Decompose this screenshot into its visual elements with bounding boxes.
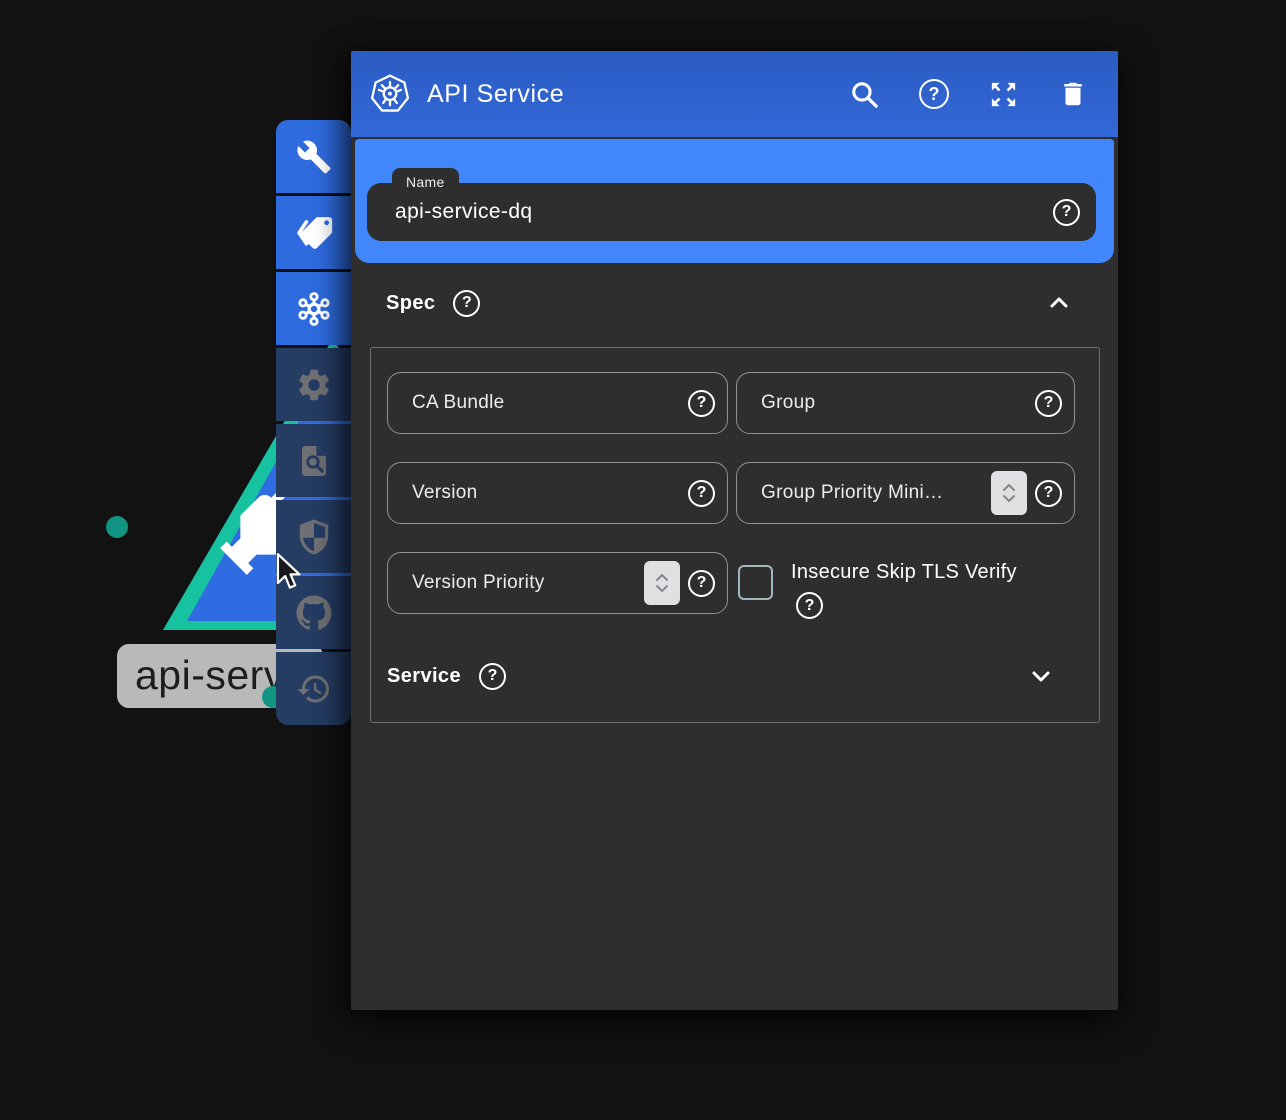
version-input[interactable]	[388, 482, 688, 504]
help-icon[interactable]: ?	[688, 390, 715, 417]
group-field[interactable]: ?	[736, 372, 1075, 434]
panel-header: API Service ?	[351, 51, 1118, 137]
help-icon[interactable]: ?	[1035, 480, 1062, 507]
panel-title: API Service	[427, 80, 564, 109]
toolbar-button-settings[interactable]	[276, 348, 351, 421]
hub-icon	[294, 289, 334, 329]
group-input[interactable]	[737, 392, 1035, 414]
insecure-skip-tls-verify-field: Insecure Skip TLS Verify ?	[738, 561, 1017, 619]
toolbar-button-history[interactable]	[276, 652, 351, 725]
chevron-down-icon[interactable]	[1028, 663, 1054, 689]
toolbar-button-labels[interactable]	[276, 196, 351, 269]
version-priority-field[interactable]: ?	[387, 552, 728, 614]
node-toolbar	[276, 120, 351, 725]
search-icon	[849, 79, 880, 110]
help-icon[interactable]: ?	[479, 663, 506, 690]
help-icon[interactable]: ?	[1035, 390, 1062, 417]
shield-icon	[295, 518, 333, 556]
name-input[interactable]	[367, 200, 1053, 224]
insecure-skip-tls-verify-checkbox[interactable]	[738, 565, 773, 600]
tag-icon	[295, 214, 333, 252]
help-button[interactable]: ?	[919, 79, 949, 109]
expand-icon	[988, 79, 1019, 110]
help-icon[interactable]: ?	[688, 570, 715, 597]
kubernetes-logo-icon	[369, 73, 411, 115]
chevron-up-icon[interactable]	[1046, 290, 1072, 316]
name-field-label: Name	[392, 168, 459, 199]
toolbar-button-network[interactable]	[276, 272, 351, 345]
service-section-header[interactable]: Service ?	[387, 656, 1054, 696]
help-icon[interactable]: ?	[1053, 199, 1080, 226]
version-priority-input[interactable]	[388, 572, 644, 594]
group-priority-minimum-field[interactable]: ?	[736, 462, 1075, 524]
spec-title: Spec	[386, 292, 435, 315]
details-panel: API Service ?	[351, 51, 1118, 1010]
number-stepper[interactable]	[644, 561, 680, 605]
toolbar-button-inspect[interactable]	[276, 424, 351, 497]
search-button[interactable]	[849, 79, 880, 110]
delete-button[interactable]	[1058, 79, 1088, 109]
expand-button[interactable]	[988, 79, 1019, 110]
number-stepper[interactable]	[991, 471, 1027, 515]
trash-icon	[1058, 79, 1088, 109]
stepper-chevrons-icon	[1000, 479, 1018, 507]
group-priority-minimum-input[interactable]	[737, 482, 991, 504]
help-icon: ?	[919, 79, 949, 109]
wrench-icon	[296, 139, 332, 175]
spec-fields-group: ? ? ? ?	[370, 347, 1100, 723]
name-section: Name ?	[355, 139, 1114, 263]
history-icon	[296, 671, 332, 707]
help-icon[interactable]: ?	[796, 592, 823, 619]
mouse-cursor	[274, 552, 304, 594]
connection-port-dot[interactable]	[106, 516, 128, 538]
help-icon[interactable]: ?	[453, 290, 480, 317]
github-icon	[293, 592, 335, 634]
checkbox-label: Insecure Skip TLS Verify	[791, 561, 1017, 584]
toolbar-button-edit[interactable]	[276, 120, 351, 193]
file-search-icon	[296, 443, 332, 479]
version-field[interactable]: ?	[387, 462, 728, 524]
name-field: Name ?	[367, 183, 1096, 241]
help-icon[interactable]: ?	[688, 480, 715, 507]
ca-bundle-input[interactable]	[388, 392, 688, 414]
service-title: Service	[387, 665, 461, 688]
gear-icon	[295, 366, 333, 404]
spec-section-header[interactable]: Spec ?	[386, 283, 1072, 323]
stepper-chevrons-icon	[653, 569, 671, 597]
ca-bundle-field[interactable]: ?	[387, 372, 728, 434]
